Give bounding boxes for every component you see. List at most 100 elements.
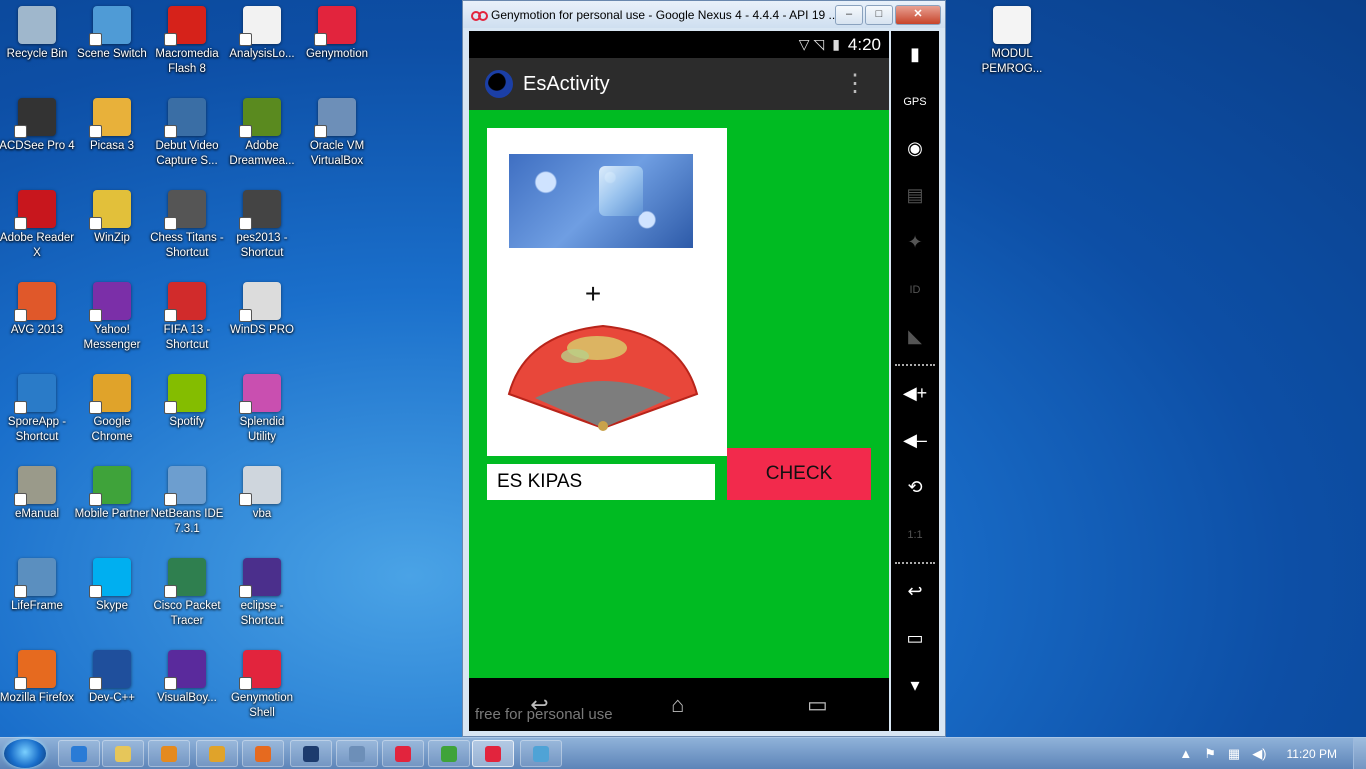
desktop-icon[interactable]: Recycle Bin — [0, 0, 75, 62]
action-center-icon[interactable]: ⚑ — [1204, 746, 1216, 762]
genymotion-icon — [314, 6, 356, 46]
desktop-icon-label: Picasa 3 — [89, 140, 135, 152]
desktop-icon[interactable]: Scene Switch — [74, 0, 150, 62]
device-id-button[interactable]: ID — [891, 266, 939, 313]
taskbar: ▲ ⚑ ▦ ◀) 11:20 PM — [0, 737, 1366, 769]
desktop-icon-label: Adobe Dreamwea... — [229, 140, 295, 167]
screencast-button[interactable]: ▤ — [891, 172, 939, 219]
volume-down-button[interactable]: ◀– — [891, 417, 939, 464]
webcam-button[interactable]: ◉ — [891, 125, 939, 172]
desktop-icon[interactable]: Cisco Packet Tracer — [149, 552, 225, 629]
maximize-button[interactable]: □ — [865, 4, 893, 25]
desktop-icon[interactable]: Adobe Dreamwea... — [224, 92, 300, 169]
desktop-icon[interactable]: Picasa 3 — [74, 92, 150, 154]
desktop-icon[interactable]: VisualBoy... — [149, 644, 225, 706]
taskbar-firefox[interactable] — [242, 740, 284, 767]
taskbar-media-player[interactable] — [148, 740, 190, 767]
desktop-icon[interactable]: Yahoo! Messenger — [74, 276, 150, 353]
desktop-icon[interactable]: Oracle VM VirtualBox — [299, 92, 375, 169]
rotate-button[interactable]: ⟲ — [891, 464, 939, 511]
desktop-icon[interactable]: pes2013 - Shortcut — [224, 184, 300, 261]
desktop-icon[interactable]: NetBeans IDE 7.3.1 — [149, 460, 225, 537]
volume-up-button[interactable]: ◀+ — [891, 370, 939, 417]
start-button[interactable] — [4, 739, 46, 768]
taskbar-chrome[interactable] — [196, 740, 238, 767]
pixel-perfect-button[interactable]: 1:1 — [891, 511, 939, 558]
manual-icon — [14, 466, 56, 506]
answer-input[interactable] — [487, 464, 715, 500]
desktop-icon[interactable]: Splendid Utility — [224, 368, 300, 445]
pdf-icon — [14, 190, 56, 230]
desktop-icon[interactable]: Adobe Reader X — [0, 184, 75, 261]
desktop-icon-label: WinZip — [94, 232, 130, 244]
desktop-icon[interactable]: MODUL PEMROG... — [974, 0, 1050, 77]
video-capture-icon — [164, 98, 206, 138]
dpad-button[interactable]: ✦ — [891, 219, 939, 266]
desktop-icon[interactable]: Google Chrome — [74, 368, 150, 445]
flash-icon — [164, 6, 206, 46]
tray-expand-icon[interactable]: ▲ — [1179, 746, 1192, 761]
volume-icon[interactable]: ◀) — [1252, 746, 1266, 762]
taskbar-app-green[interactable] — [428, 740, 470, 767]
desktop-icon-label: AVG 2013 — [10, 324, 64, 336]
taskbar-genymotion-active[interactable] — [472, 740, 514, 767]
desktop-icon[interactable]: Spotify — [149, 368, 225, 430]
desktop-icon-label: MODUL PEMROG... — [981, 48, 1043, 75]
desktop-icon[interactable]: eclipse - Shortcut — [224, 552, 300, 629]
winzip-icon — [89, 190, 131, 230]
desktop-icon[interactable]: AVG 2013 — [0, 276, 75, 338]
taskbar-paint[interactable] — [520, 740, 562, 767]
desktop-icon[interactable]: AnalysisLo... — [224, 0, 300, 62]
taskbar-explorer[interactable] — [102, 740, 144, 767]
back-button[interactable]: ↩ — [891, 568, 939, 615]
desktop-icon[interactable]: Genymotion — [299, 0, 375, 62]
taskbar-ie[interactable] — [58, 740, 100, 767]
recent-apps-button[interactable]: ▭ — [891, 615, 939, 662]
scroll-down-button[interactable]: ▾ — [891, 662, 939, 709]
desktop-icon[interactable]: eManual — [0, 460, 75, 522]
window-title: Genymotion for personal use - Google Nex… — [491, 7, 835, 22]
desktop-icon-label: Cisco Packet Tracer — [153, 600, 221, 627]
desktop-icon[interactable]: Macromedia Flash 8 — [149, 0, 225, 77]
minimize-button[interactable]: – — [835, 4, 863, 25]
desktop-icon-label: ACDSee Pro 4 — [0, 140, 75, 152]
desktop-icon-label: Recycle Bin — [6, 48, 68, 60]
pes-icon — [239, 190, 281, 230]
desktop-icon[interactable]: SporeApp - Shortcut — [0, 368, 75, 445]
wifi-signal-icon: ▽ ◹ — [798, 36, 825, 52]
desktop-icon[interactable]: LifeFrame — [0, 552, 75, 614]
battery-button[interactable]: ▮ — [891, 31, 939, 78]
taskbar-media-player-icon — [161, 745, 177, 762]
close-button[interactable]: ✕ — [895, 4, 941, 25]
android-screen[interactable]: ▽ ◹ ▮ 4:20 EsActivity ⋮ + ES KIPAS CHECK… — [469, 31, 889, 731]
nav-home-button[interactable]: ⌂ — [671, 692, 684, 718]
desktop-icon[interactable]: ACDSee Pro 4 — [0, 92, 75, 154]
overflow-menu-icon[interactable]: ⋮ — [843, 72, 889, 96]
taskbar-virtualbox[interactable] — [336, 740, 378, 767]
taskbar-photoshop[interactable] — [290, 740, 332, 767]
desktop-icon[interactable]: vba — [224, 460, 300, 522]
desktop-icon[interactable]: Debut Video Capture S... — [149, 92, 225, 169]
taskbar-genymotion[interactable] — [382, 740, 424, 767]
show-desktop-button[interactable] — [1353, 738, 1366, 769]
desktop-icon[interactable]: Genymotion Shell — [224, 644, 300, 721]
desktop-icon[interactable]: Mobile Partner — [74, 460, 150, 522]
taskbar-genymotion-icon — [395, 745, 411, 762]
gps-button[interactable]: GPS — [891, 78, 939, 125]
network-button[interactable]: ◣ — [891, 313, 939, 360]
check-button[interactable]: CHECK — [727, 448, 871, 500]
network-icon[interactable]: ▦ — [1228, 746, 1240, 762]
desktop-icon[interactable]: Chess Titans - Shortcut — [149, 184, 225, 261]
desktop-icon-label: SporeApp - Shortcut — [7, 416, 67, 443]
window-titlebar[interactable]: Genymotion for personal use - Google Nex… — [463, 1, 945, 28]
fifa-icon — [164, 282, 206, 322]
desktop-icon[interactable]: FIFA 13 - Shortcut — [149, 276, 225, 353]
desktop-icon[interactable]: Mozilla Firefox — [0, 644, 75, 706]
desktop-icon[interactable]: WinDS PRO — [224, 276, 300, 338]
desktop-icon[interactable]: Dev-C++ — [74, 644, 150, 706]
desktop-icon[interactable]: Skype — [74, 552, 150, 614]
clock[interactable]: 11:20 PM — [1287, 747, 1337, 761]
nav-recent-button[interactable]: ▭ — [807, 692, 828, 718]
desktop-icon[interactable]: WinZip — [74, 184, 150, 246]
taskbar-explorer-icon — [115, 745, 131, 762]
